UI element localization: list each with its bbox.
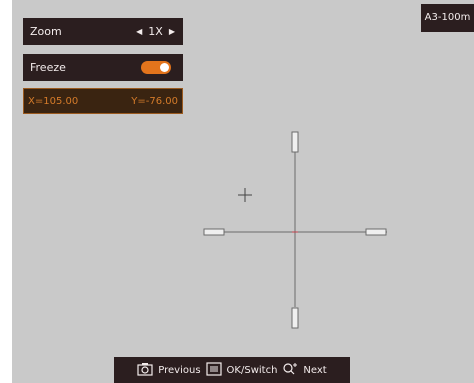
camera-icon <box>137 362 153 379</box>
next-label: Next <box>303 364 327 376</box>
reticle-layer <box>203 131 387 329</box>
reticle <box>203 131 387 329</box>
reticle-top-post <box>291 131 299 153</box>
bottom-hint-bar: Previous OK/Switch Next <box>114 357 350 383</box>
reticle-left-post <box>203 228 225 236</box>
zoom-plus-minus-icon <box>282 362 298 379</box>
ok-switch-label: OK/Switch <box>226 364 278 376</box>
reticle-bottom-post <box>291 307 299 329</box>
reticle-right-post <box>365 228 387 236</box>
menu-icon <box>205 361 222 379</box>
small-crosshair-marker <box>238 188 252 202</box>
thermal-viewport: Zoom ◀ 1X ▶ Freeze X=105.00 Y=-76.00 A3-… <box>12 0 474 383</box>
previous-label: Previous <box>158 364 201 376</box>
